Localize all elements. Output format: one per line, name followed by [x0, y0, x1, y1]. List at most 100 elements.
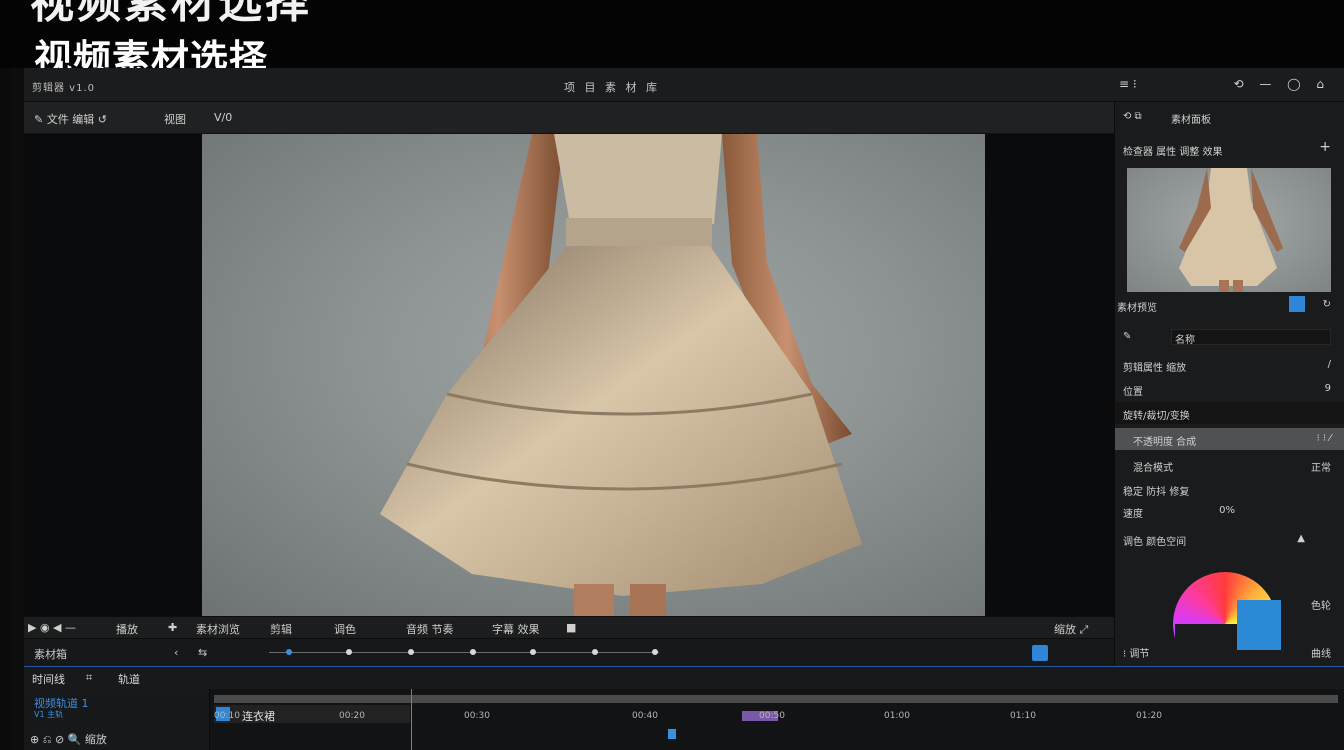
tab-cut[interactable]: 剪辑 [270, 621, 292, 637]
tab-timeline[interactable]: 时间线 [32, 671, 65, 687]
name-field[interactable] [1171, 329, 1331, 345]
timeline-tools[interactable]: ⊕ ⎌ ⊘ 🔍 缩放 [30, 731, 107, 747]
select-icon[interactable] [1289, 296, 1305, 312]
refresh-icon[interactable]: ↻ [1323, 299, 1331, 310]
name-row-icon: ✎ [1123, 331, 1132, 342]
scrub-track[interactable] [269, 652, 659, 653]
inspector-row-label: 剪辑属性 缩放 [1123, 363, 1187, 374]
inspector-row-label: 速度 [1123, 509, 1143, 520]
menu-left[interactable]: 剪辑器 v1.0 [32, 79, 95, 94]
tab-color[interactable]: 调色 [334, 621, 356, 637]
scrub-keyframe[interactable] [408, 649, 414, 655]
inspector-row-label: 调色 颜色空间 [1123, 537, 1187, 548]
playback-controls[interactable]: ▶ ◉ ◀ — [28, 621, 76, 634]
clip-thumbnail[interactable] [1127, 168, 1331, 292]
name-field-value: 名称 [1175, 335, 1195, 346]
timecode-label: 00:40 [632, 711, 658, 721]
menu-right-buttons[interactable]: ≡ ⁝ [1119, 77, 1137, 91]
toolbar: ✎ 文件 编辑 ↺ 视图 V/0 [24, 102, 1114, 134]
caption-band: 视频素材选择 视频素材选择 [0, 0, 1344, 81]
inspector-panel: ⟲ ⧉ 素材面板 检查器 属性 调整 效果 + 素材预览 ↻ ✎ 名称 剪辑属性… [1114, 102, 1344, 684]
wheel-side: 色轮 [1115, 592, 1344, 614]
inspector-row-label: 位置 [1123, 387, 1143, 398]
media-bin-label[interactable]: 素材箱 [34, 646, 67, 662]
zoom-control[interactable]: 缩放 ⤢ [1054, 621, 1088, 637]
inspector-row-label: 混合模式 [1133, 463, 1173, 474]
timecode-label: 01:10 [1010, 711, 1036, 721]
inspector-row[interactable]: 位置 9 [1115, 378, 1344, 400]
timeline-ticks: 00:10 00:20 00:30 00:40 00:50 01:00 01:1… [214, 711, 1338, 750]
thumbnail-image [1179, 168, 1283, 292]
history-icon[interactable]: ⟲ ⧉ [1123, 111, 1142, 122]
inspector-row-value: ⁝ ⁝ ⁄ [1316, 433, 1331, 444]
track-subtitle: V1 主轨 [34, 710, 64, 719]
timecode-label: 01:20 [1136, 711, 1162, 721]
scrub-keyframe[interactable] [530, 649, 536, 655]
scrub-keyframe[interactable] [652, 649, 658, 655]
name-row: ✎ 名称 [1115, 326, 1344, 348]
tab-titles[interactable]: 字幕 效果 [492, 621, 540, 637]
swap-icon[interactable]: ⇆ [198, 646, 207, 659]
thumb-label-row: 素材预览 ↻ [1115, 294, 1344, 316]
inspector-row-value: / [1327, 359, 1331, 370]
video-editor-window: 剪辑器 v1.0 项 目 素 材 库 ≡ ⁝ ⟲ — ◯ ⌂ ✎ 文件 编辑 ↺… [12, 68, 1344, 750]
wheel-right-top-label[interactable]: 色轮 [1311, 597, 1331, 612]
inspector-row[interactable]: 调色 颜色空间 ▲ [1115, 528, 1344, 550]
timecode-label: 01:00 [884, 711, 910, 721]
left-strip [12, 68, 24, 750]
snap-toggle[interactable] [1032, 645, 1048, 661]
menubar: 剪辑器 v1.0 项 目 素 材 库 ≡ ⁝ ⟲ — ◯ ⌂ [24, 68, 1344, 102]
thumb-label: 素材预览 [1117, 303, 1157, 314]
inspector-header: ⟲ ⧉ 素材面板 [1115, 106, 1344, 128]
add-icon[interactable]: ✚ [168, 621, 177, 634]
wheel-left-label: ⁝ 调节 [1123, 649, 1150, 660]
timeline-panel: 时间线 ⌗ 轨道 视频轨道 1 V1 主轨 ⊕ ⎌ ⊘ 🔍 缩放 连衣裙 00:… [24, 666, 1344, 750]
inspector-row-label: 稳定 防抖 修复 [1123, 487, 1190, 498]
inspector-row-label: 不透明度 合成 [1133, 437, 1197, 448]
toolbar-version[interactable]: V/0 [214, 111, 232, 124]
tab-media-browse[interactable]: 素材浏览 [196, 621, 240, 637]
inspector-row[interactable]: 剪辑属性 缩放 / [1115, 354, 1344, 376]
track-header[interactable]: 视频轨道 1 V1 主轨 ⊕ ⎌ ⊘ 🔍 缩放 [24, 689, 210, 750]
inspector-panel-title-row: 检查器 属性 调整 效果 + [1115, 138, 1344, 160]
stop-button[interactable]: ■ [566, 621, 576, 634]
inspector-row-selected[interactable]: 不透明度 合成 ⁝ ⁝ ⁄ [1115, 428, 1344, 450]
wheel-right-bottom-label[interactable]: 曲线 [1311, 645, 1331, 660]
inspector-row-value: ▲ [1297, 533, 1305, 544]
grid-icon[interactable]: ⌗ [86, 671, 92, 685]
wheel-footer: ⁝ 调节 曲线 [1115, 640, 1344, 662]
scrub-keyframe[interactable] [346, 649, 352, 655]
timecode-label: 00:10 [214, 711, 240, 721]
scrub-handle[interactable] [286, 649, 292, 655]
menu-center-title: 项 目 素 材 库 [564, 81, 660, 94]
tab-audio[interactable]: 音频 节奏 [406, 621, 454, 637]
preview-viewer[interactable] [24, 134, 1114, 616]
inspector-row[interactable]: 稳定 防抖 修复 [1115, 478, 1344, 500]
inspector-row-value: 正常 [1311, 463, 1331, 474]
inspector-row-value: 0% [1219, 505, 1235, 516]
inspector-row[interactable]: 速度 0% [1115, 500, 1344, 522]
scrub-keyframe[interactable] [470, 649, 476, 655]
timeline-header: 时间线 ⌗ 轨道 [24, 667, 1344, 689]
tab-tracks[interactable]: 轨道 [118, 671, 140, 687]
dress-figure-image [380, 134, 862, 616]
caption-title-cut: 视频素材选择 [30, 0, 312, 28]
toolbar-file-edit[interactable]: ✎ 文件 编辑 ↺ [34, 111, 107, 127]
inspector-row[interactable]: 旋转/裁切/变换 [1115, 402, 1344, 424]
playback-bar: ▶ ◉ ◀ — 播放 ✚ 素材浏览 剪辑 调色 音频 节奏 字幕 效果 ■ 缩放… [24, 616, 1114, 638]
playhead[interactable] [411, 689, 412, 750]
chevron-left-icon[interactable]: ‹ [174, 646, 178, 659]
play-button[interactable]: 播放 [116, 621, 138, 637]
inspector-panel-title: 检查器 属性 调整 效果 [1123, 147, 1223, 158]
inspector-header-label: 素材面板 [1171, 115, 1211, 126]
scrub-keyframe[interactable] [592, 649, 598, 655]
window-controls-icon[interactable]: ⟲ — ◯ ⌂ [1233, 77, 1330, 91]
add-button[interactable]: + [1319, 139, 1331, 155]
timecode-label: 00:20 [339, 711, 365, 721]
timecode-label: 00:50 [759, 711, 785, 721]
inspector-row-label: 旋转/裁切/变换 [1123, 411, 1190, 422]
inspector-row[interactable]: 混合模式 正常 [1115, 454, 1344, 476]
timeline-marker[interactable] [668, 729, 676, 739]
timeline-ruler[interactable] [214, 695, 1338, 703]
toolbar-view[interactable]: 视图 [164, 111, 186, 127]
